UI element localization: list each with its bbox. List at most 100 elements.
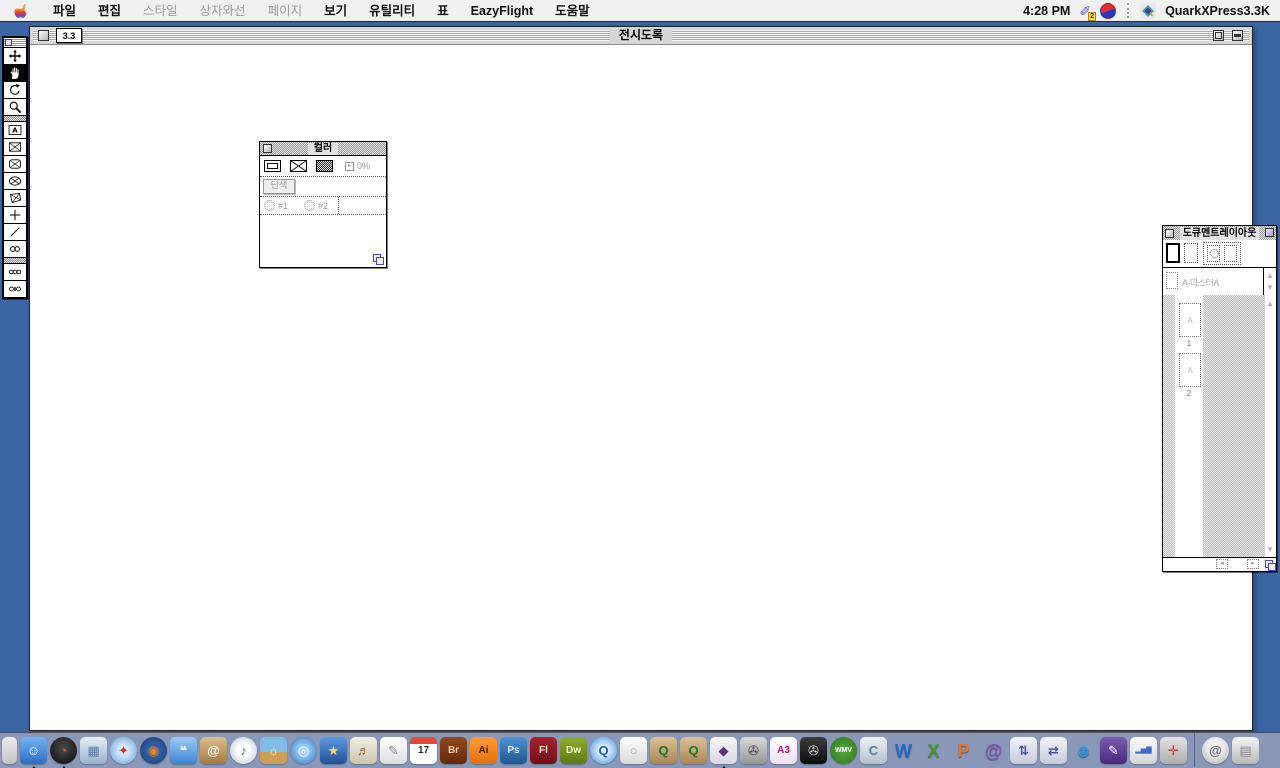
picture-color-icon[interactable] [290,160,307,172]
swatch-2[interactable]: #2 [300,200,328,211]
scroll-left-icon[interactable]: ◂ [1216,559,1228,569]
dock-microsoft-entourage[interactable]: @ [980,737,1007,764]
dock-chart-app[interactable]: ▂▅▇ [1130,737,1157,764]
dock-adobe-dreamweaver[interactable]: Dw [560,737,587,764]
zoom-tool[interactable] [4,98,26,115]
shade-dropdown-icon[interactable]: ▸ [345,162,354,171]
menu-item-1[interactable]: 편집 [87,0,132,22]
dock-mail-stamp[interactable]: @ [1202,737,1229,764]
dock-microsoft-powerpoint[interactable]: P [950,737,977,764]
dock-sync-utility-1[interactable]: ⇅ [1010,737,1037,764]
dock-installer-package-q1[interactable]: Q [650,737,677,764]
scroll-right-icon[interactable]: ▸ [1247,559,1259,569]
resize-handle[interactable] [372,253,384,265]
dock-textedit[interactable]: ✎ [380,737,407,764]
zoom-box-icon[interactable] [1213,30,1224,41]
page-thumbnail-2[interactable]: A [1179,353,1201,387]
menu-item-9[interactable]: 도움말 [544,0,601,22]
unlinking-tool[interactable] [4,280,26,297]
rounded-picture-box-tool[interactable] [4,155,26,172]
rotation-tool[interactable] [4,81,26,98]
dock-garageband[interactable]: ♬ [350,737,377,764]
dock-microsoft-excel[interactable]: X [920,737,947,764]
dock-address-book[interactable]: @ [200,737,227,764]
korean-ime-taegeuk-icon[interactable] [1100,3,1116,19]
rect-picture-box-tool[interactable] [4,138,26,155]
master-a-page-icon[interactable] [1166,272,1178,289]
dock-projector-app[interactable]: ✇ [800,737,827,764]
dock-print-press-utility[interactable]: ✇ [740,737,767,764]
dock-adobe-bridge[interactable]: Br [440,737,467,764]
swatch-1-label[interactable]: #1 [278,201,288,211]
shade-control[interactable]: ▸ 0% [345,161,370,171]
swatch-1-circle-icon[interactable] [264,200,275,211]
dock-ical[interactable]: 17 [410,737,437,764]
background-color-icon[interactable] [316,160,333,172]
resize-handle[interactable] [1264,559,1276,571]
dock-dashboard[interactable]: ◔ [50,737,77,764]
dock-finder[interactable]: ☺ [20,737,47,764]
dock-preview-photo[interactable]: ▦ [80,737,107,764]
orthogonal-line-tool[interactable] [4,206,26,223]
dock-quicktime[interactable]: Q [590,737,617,764]
tool-palette-close-icon[interactable] [5,39,12,46]
master-page-template-icon-1[interactable] [1207,245,1220,262]
menu-item-0[interactable]: 파일 [42,0,87,22]
dock-iphoto[interactable]: ☼ [260,737,287,764]
dock-spray-wrench-utility[interactable]: ✛ [1160,737,1187,764]
colors-palette-title-bar[interactable]: 컬러 [260,142,386,156]
page-thumbnail-1[interactable]: A [1179,303,1201,337]
apple-menu-icon[interactable] [14,3,30,19]
polygon-picture-box-tool[interactable] [4,189,26,206]
dock-clamp-utility[interactable]: C [860,737,887,764]
master-page-template-icon-2[interactable] [1224,245,1237,262]
oval-picture-box-tool[interactable] [4,172,26,189]
text-box-tool[interactable]: A [4,121,26,138]
zoom-box-icon[interactable] [1265,228,1274,237]
close-box-icon[interactable] [38,30,49,41]
dock-firefox[interactable]: ◉ [140,737,167,764]
dock-dvd-player[interactable]: ◎ [290,737,317,764]
dock-installer-package-q2[interactable]: Q [680,737,707,764]
scroll-up-icon[interactable]: ▲ [1265,270,1275,281]
document-canvas[interactable] [30,44,1252,730]
tool-palette-title-bar[interactable] [4,38,26,48]
dock-messenger-people[interactable]: ☻ [1070,737,1097,764]
menu-item-7[interactable]: 표 [426,0,460,22]
solid-color-button[interactable]: 단색 [263,179,295,194]
dock-wmv-player[interactable]: WMV [830,737,857,764]
dock-adobe-type-app[interactable]: A3 [770,737,797,764]
ime-pencil-icon[interactable]: ✐2 [1079,4,1091,18]
link-chain-tool[interactable] [4,263,26,280]
active-app-name[interactable]: QuarkXPress3.3K [1165,4,1270,18]
scroll-down-icon[interactable]: ▼ [1265,282,1275,293]
blank-facing-page-icon[interactable] [1184,243,1198,263]
dock-front-row[interactable]: ○ [620,737,647,764]
dock-safari[interactable]: ✦ [110,737,137,764]
dock-minimized-window[interactable] [2,737,17,764]
page-scroll-up-icon[interactable]: ▲ [1265,298,1275,309]
dock-imovie[interactable]: ★ [320,737,347,764]
item-tool[interactable] [4,48,26,64]
close-box-icon[interactable] [263,144,272,153]
close-box-icon[interactable] [1165,229,1174,238]
collapse-box-icon[interactable] [1232,30,1243,41]
dock-adobe-photoshop[interactable]: Ps [500,737,527,764]
menu-item-6[interactable]: 유틸리티 [358,0,426,22]
dock-trash-full[interactable]: ▤ [1232,737,1259,764]
content-tool[interactable] [4,64,26,81]
dock-ichat[interactable]: ❝ [170,737,197,764]
menu-item-5[interactable]: 보기 [313,0,358,22]
menu-clock[interactable]: 4:28 PM [1023,4,1070,18]
quarkxpress-app-icon[interactable] [1140,3,1156,19]
layout-palette-title-bar[interactable]: 도큐멘트레이아웃 [1163,226,1276,241]
linking-tool[interactable] [4,240,26,257]
master-a-label[interactable]: A-마스터A [1182,276,1219,289]
dock-drawing-app[interactable]: ✎ [1100,737,1127,764]
dock-sync-utility-2[interactable]: ⇄ [1040,737,1067,764]
menu-item-8[interactable]: EazyFlight [460,0,545,22]
dock-itunes[interactable]: ♪ [230,737,257,764]
dock-microsoft-word[interactable]: W [890,737,917,764]
diagonal-line-tool[interactable] [4,223,26,240]
page-scroll-down-icon[interactable]: ▼ [1265,544,1275,555]
